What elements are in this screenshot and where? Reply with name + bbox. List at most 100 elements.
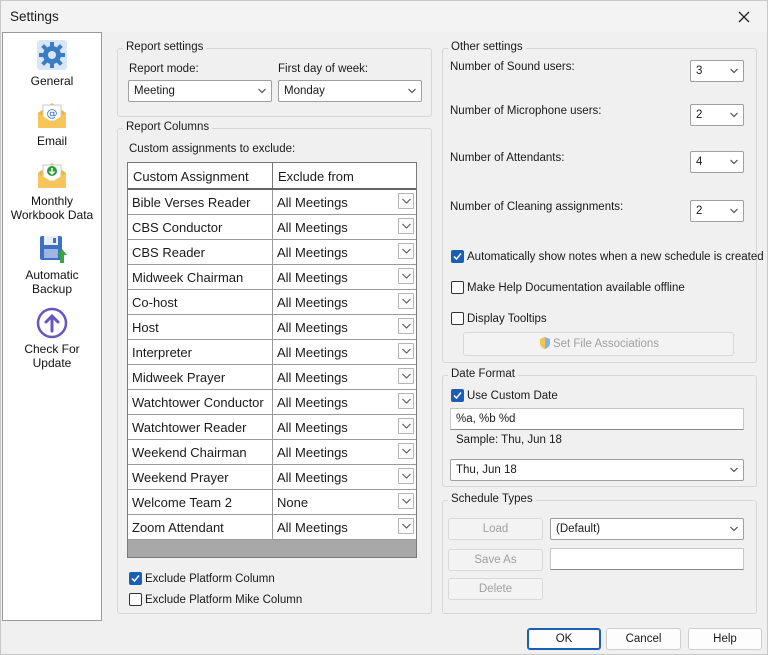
assignment-cell[interactable]: Weekend Prayer [128, 465, 273, 489]
assignment-cell[interactable]: CBS Conductor [128, 215, 273, 239]
sidebar-item-email[interactable]: @ Email [3, 99, 101, 148]
exclude-dropdown-button[interactable] [398, 493, 414, 509]
exclude-cell[interactable]: All Meetings [273, 415, 416, 439]
table-row[interactable]: Midweek Chairman All Meetings [128, 265, 416, 290]
checkbox-checked[interactable] [451, 250, 464, 263]
report-mode-select[interactable]: Meeting [128, 80, 272, 102]
exclude-cell[interactable]: All Meetings [273, 340, 416, 364]
checkbox-unchecked[interactable] [451, 312, 464, 325]
table-row[interactable]: CBS Conductor All Meetings [128, 215, 416, 240]
exclude-dropdown-button[interactable] [398, 468, 414, 484]
sidebar-item-general[interactable]: General [3, 39, 101, 88]
assignment-cell[interactable]: Zoom Attendant [128, 515, 273, 539]
help-button[interactable]: Help [688, 628, 762, 650]
assignment-cell[interactable]: Interpreter [128, 340, 273, 364]
exclude-dropdown-button[interactable] [398, 393, 414, 409]
exclude-cell[interactable]: None [273, 490, 416, 514]
exclude-dropdown-button[interactable] [398, 443, 414, 459]
assignment-cell[interactable]: Watchtower Reader [128, 415, 273, 439]
table-row[interactable]: Watchtower Reader All Meetings [128, 415, 416, 440]
first-day-select[interactable]: Monday [278, 80, 422, 102]
checkbox-unchecked[interactable] [451, 281, 464, 294]
tooltips-label: Display Tooltips [467, 312, 547, 325]
exclude-cell[interactable]: All Meetings [273, 465, 416, 489]
exclude-cell[interactable]: All Meetings [273, 215, 416, 239]
exclude-cell[interactable]: All Meetings [273, 440, 416, 464]
sound-users-value: 3 [696, 65, 703, 77]
exclude-cell[interactable]: All Meetings [273, 190, 416, 214]
delete-button[interactable]: Delete [448, 578, 543, 600]
date-preset-select[interactable]: Thu, Jun 18 [450, 459, 744, 481]
save-as-input[interactable] [550, 548, 744, 570]
sidebar-item-check-update[interactable]: Check For Update [3, 307, 101, 370]
table-row[interactable]: Welcome Team 2 None [128, 490, 416, 515]
table-row[interactable]: Watchtower Conductor All Meetings [128, 390, 416, 415]
exclude-dropdown-button[interactable] [398, 343, 414, 359]
exclude-dropdown-button[interactable] [398, 518, 414, 534]
exclude-dropdown-button[interactable] [398, 193, 414, 209]
close-button[interactable] [721, 1, 767, 32]
assignment-cell[interactable]: Watchtower Conductor [128, 390, 273, 414]
exclude-dropdown-button[interactable] [398, 418, 414, 434]
ok-button[interactable]: OK [527, 628, 601, 650]
assignment-cell[interactable]: Midweek Prayer [128, 365, 273, 389]
assignment-cell[interactable]: Host [128, 315, 273, 339]
schedule-types-legend: Schedule Types [448, 493, 536, 505]
checkbox-unchecked[interactable] [129, 593, 142, 606]
table-row[interactable]: Co-host All Meetings [128, 290, 416, 315]
exclude-cell[interactable]: All Meetings [273, 290, 416, 314]
exclude-value: All Meetings [277, 295, 348, 310]
load-button[interactable]: Load [448, 518, 543, 540]
set-file-associations-button[interactable]: Set File Associations [463, 332, 734, 356]
exclude-dropdown-button[interactable] [398, 368, 414, 384]
exclude-cell[interactable]: All Meetings [273, 390, 416, 414]
save-as-button[interactable]: Save As [448, 549, 543, 571]
exclude-dropdown-button[interactable] [398, 218, 414, 234]
sound-users-select[interactable]: 3 [690, 60, 744, 82]
table-row[interactable]: Zoom Attendant All Meetings [128, 515, 416, 540]
tooltips-checkbox[interactable]: Display Tooltips [451, 312, 547, 325]
exclude-value: All Meetings [277, 220, 348, 235]
auto-notes-checkbox[interactable]: Automatically show notes when a new sche… [451, 250, 764, 263]
help-offline-checkbox[interactable]: Make Help Documentation available offlin… [451, 281, 685, 294]
custom-date-input[interactable]: %a, %b %d [450, 408, 744, 430]
exclude-dropdown-button[interactable] [398, 243, 414, 259]
exclude-platform-mike-checkbox[interactable]: Exclude Platform Mike Column [129, 593, 302, 606]
checkbox-checked[interactable] [129, 572, 142, 585]
table-row[interactable]: Host All Meetings [128, 315, 416, 340]
exclude-dropdown-button[interactable] [398, 293, 414, 309]
exclude-cell[interactable]: All Meetings [273, 315, 416, 339]
assignment-cell[interactable]: CBS Reader [128, 240, 273, 264]
exclude-dropdown-button[interactable] [398, 268, 414, 284]
table-row[interactable]: Weekend Chairman All Meetings [128, 440, 416, 465]
schedule-type-select[interactable]: (Default) [550, 518, 744, 540]
assignment-cell[interactable]: Weekend Chairman [128, 440, 273, 464]
assignment-cell[interactable]: Bible Verses Reader [128, 190, 273, 214]
exclude-cell[interactable]: All Meetings [273, 365, 416, 389]
cleaning-select[interactable]: 2 [690, 200, 744, 222]
cancel-button[interactable]: Cancel [606, 628, 681, 650]
chevron-down-icon [730, 208, 738, 214]
table-row[interactable]: Bible Verses Reader All Meetings [128, 190, 416, 215]
use-custom-date-checkbox[interactable]: Use Custom Date [451, 389, 558, 402]
assignment-cell[interactable]: Midweek Chairman [128, 265, 273, 289]
assignment-cell[interactable]: Welcome Team 2 [128, 490, 273, 514]
mic-users-select[interactable]: 2 [690, 104, 744, 126]
sidebar-item-monthly-workbook[interactable]: Monthly Workbook Data [3, 159, 101, 222]
column-header-assignment[interactable]: Custom Assignment [128, 163, 273, 188]
exclude-dropdown-button[interactable] [398, 318, 414, 334]
assignment-cell[interactable]: Co-host [128, 290, 273, 314]
checkbox-checked[interactable] [451, 389, 464, 402]
sidebar-item-automatic-backup[interactable]: Automatic Backup [3, 233, 101, 296]
column-header-exclude[interactable]: Exclude from [273, 163, 416, 188]
exclude-platform-checkbox[interactable]: Exclude Platform Column [129, 572, 275, 585]
table-row[interactable]: Weekend Prayer All Meetings [128, 465, 416, 490]
exclude-cell[interactable]: All Meetings [273, 515, 416, 539]
exclude-cell[interactable]: All Meetings [273, 265, 416, 289]
attendants-select[interactable]: 4 [690, 151, 744, 173]
settings-sidebar: General @ Email Monthly Workbook Data Au… [2, 32, 102, 621]
table-row[interactable]: CBS Reader All Meetings [128, 240, 416, 265]
table-row[interactable]: Interpreter All Meetings [128, 340, 416, 365]
exclude-cell[interactable]: All Meetings [273, 240, 416, 264]
table-row[interactable]: Midweek Prayer All Meetings [128, 365, 416, 390]
